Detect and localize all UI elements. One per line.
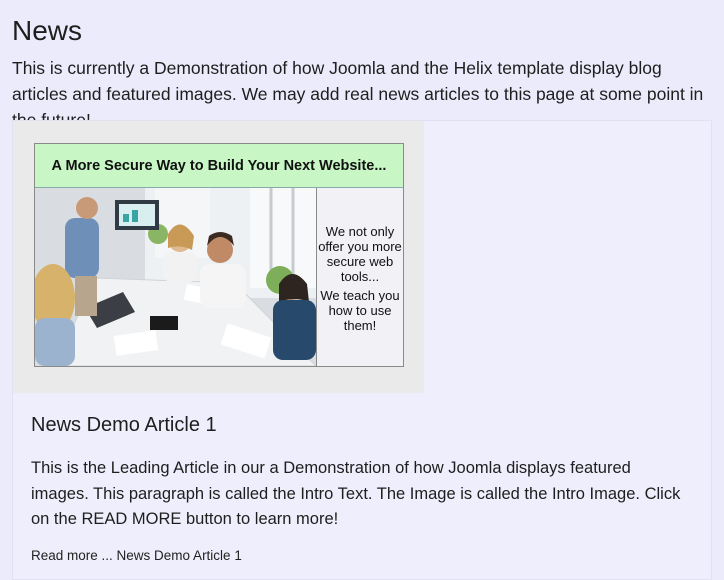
page-title: News	[12, 15, 83, 46]
article-intro-text: This is the Leading Article in our a Dem…	[31, 459, 681, 528]
intro-image-frame: A More Secure Way to Build Your Next Web…	[13, 121, 424, 393]
intro-image[interactable]: A More Secure Way to Build Your Next Web…	[34, 143, 404, 367]
image-side-text-line-2: We teach you how to use them!	[320, 288, 400, 333]
office-meeting-photo	[35, 188, 316, 366]
image-side-text: We not only offer you more secure web to…	[316, 188, 403, 366]
read-more-link[interactable]: Read more ... News Demo Article 1	[31, 547, 242, 565]
image-side-text-line-1: We not only offer you more secure web to…	[318, 224, 402, 284]
image-banner-text: A More Secure Way to Build Your Next Web…	[35, 144, 403, 188]
article-title[interactable]: News Demo Article 1	[31, 411, 217, 439]
article-card: A More Secure Way to Build Your Next Web…	[12, 120, 712, 580]
